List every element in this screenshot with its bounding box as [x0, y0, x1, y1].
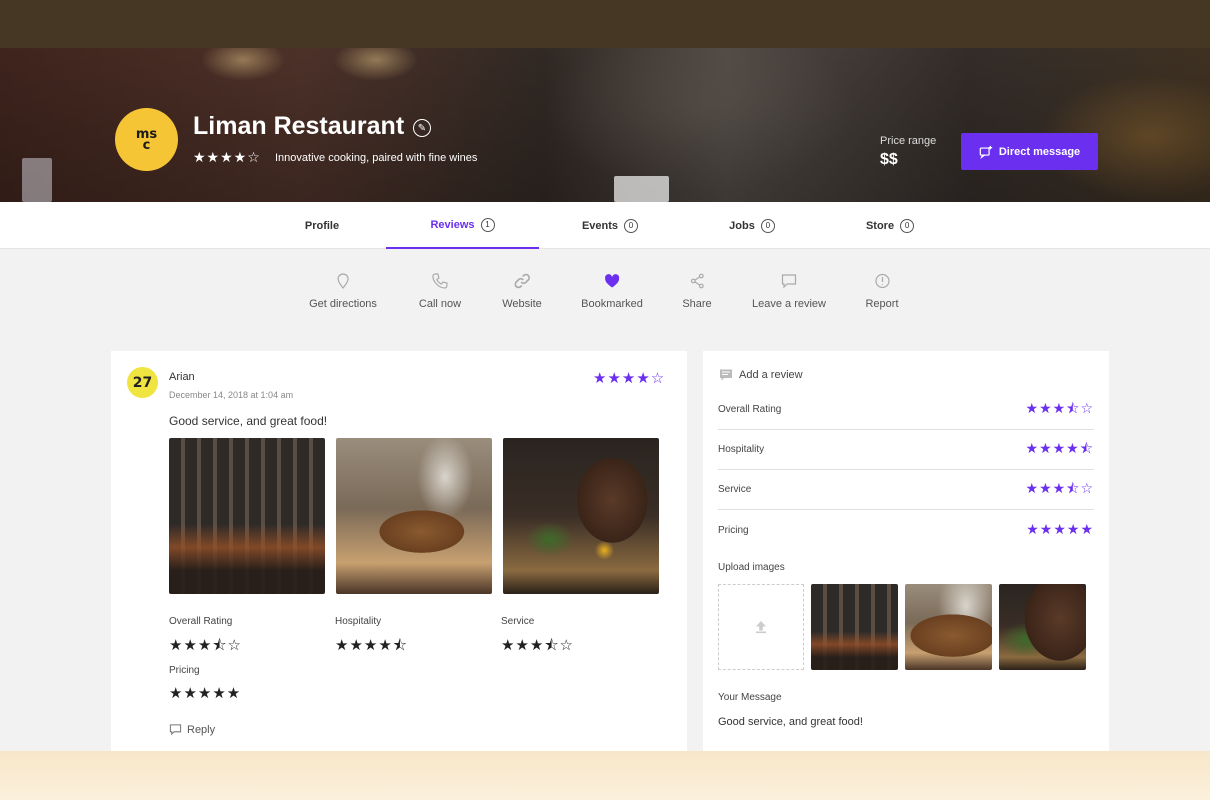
review-photo[interactable] — [336, 438, 492, 594]
your-message-label: Your Message — [718, 692, 782, 703]
rating-stars: ★★★⯪☆ — [169, 636, 242, 654]
tab-label: Profile — [304, 219, 340, 232]
restaurant-rating-stars: ★★★★☆ — [193, 150, 261, 166]
rating-label: Overall Rating — [169, 616, 233, 627]
review-photo[interactable] — [503, 438, 659, 594]
phone-icon — [432, 273, 448, 289]
reply-button[interactable]: Reply — [169, 723, 215, 736]
form-rating-stars[interactable]: ★★★⯪☆ — [1026, 398, 1094, 422]
action-label: Share — [682, 298, 712, 310]
message-input[interactable]: Good service, and great food! — [718, 716, 863, 728]
review-text: Good service, and great food! — [169, 414, 328, 428]
restaurant-logo: msc — [115, 108, 178, 171]
tab-count-badge: 0 — [624, 218, 639, 233]
quick-actions-bar: Get directions Call now Website Bookmark… — [0, 272, 1210, 322]
tab-reviews[interactable]: Reviews 1 — [386, 202, 539, 249]
tab-store[interactable]: Store 0 — [830, 202, 950, 249]
action-label: Get directions — [309, 298, 377, 310]
review-rating-stars: ★★★★☆ — [593, 369, 666, 387]
action-label: Website — [502, 298, 542, 310]
uploaded-image-thumb[interactable] — [811, 584, 898, 670]
share-icon — [690, 273, 704, 289]
review-card: 27 Arian December 14, 2018 at 1:04 am ★★… — [111, 351, 687, 751]
map-pin-icon — [337, 273, 349, 289]
hero-photo-detail — [614, 176, 669, 202]
action-leave-review[interactable]: Leave a review — [752, 272, 826, 310]
action-get-directions[interactable]: Get directions — [309, 272, 377, 310]
tab-count-badge: 0 — [760, 218, 775, 233]
rating-stars: ★★★★★ — [169, 684, 242, 702]
form-rating-row: Hospitality ★★★★⯪ — [718, 430, 1094, 470]
price-range-value: $$ — [880, 151, 898, 168]
add-review-header: Add a review — [719, 368, 803, 382]
form-rating-row: Pricing ★★★★★ — [718, 510, 1094, 550]
action-label: Bookmarked — [581, 298, 643, 310]
rating-label: Service — [501, 616, 535, 627]
tab-label: Reviews — [430, 218, 475, 231]
uploaded-image-thumb[interactable] — [999, 584, 1086, 670]
logo-text: msc — [135, 126, 158, 153]
hero-banner — [0, 48, 1210, 202]
upload-dropzone[interactable] — [718, 584, 804, 670]
footer-band — [0, 751, 1210, 800]
reviewer-name[interactable]: Arian — [169, 371, 195, 383]
action-label: Call now — [418, 298, 462, 310]
form-rating-stars[interactable]: ★★★★⯪ — [1026, 438, 1094, 462]
form-rating-label: Service — [718, 484, 752, 495]
review-photo[interactable] — [169, 438, 325, 594]
edit-icon[interactable]: ✎ — [413, 119, 431, 137]
link-icon — [514, 273, 530, 289]
direct-message-button[interactable]: Direct message — [961, 133, 1098, 170]
tab-bar: Profile Reviews 1 Events 0 Jobs 0 Store … — [0, 202, 1210, 249]
reply-icon — [169, 724, 182, 736]
tab-count-badge: 0 — [900, 218, 915, 233]
upload-images-label: Upload images — [718, 562, 785, 573]
rating-label: Hospitality — [335, 616, 382, 627]
review-date: December 14, 2018 at 1:04 am — [169, 390, 294, 400]
form-rating-label: Hospitality — [718, 444, 765, 455]
action-share[interactable]: Share — [682, 272, 712, 310]
form-rating-row: Overall Rating ★★★⯪☆ — [718, 390, 1094, 430]
action-bookmarked[interactable]: Bookmarked — [581, 272, 643, 310]
form-rating-label: Pricing — [718, 524, 749, 536]
restaurant-name: Liman Restaurant — [193, 112, 405, 140]
direct-message-label: Direct message — [998, 145, 1081, 158]
action-report[interactable]: Report — [865, 272, 899, 310]
form-rating-row: Service ★★★⯪☆ — [718, 470, 1094, 510]
review-form-card: Add a review Overall Rating ★★★⯪☆ Hospit… — [703, 351, 1109, 751]
action-website[interactable]: Website — [502, 272, 542, 310]
action-label: Leave a review — [752, 298, 826, 310]
rating-label: Pricing — [169, 665, 200, 676]
tab-label: Events — [581, 219, 619, 232]
tab-profile[interactable]: Profile — [262, 202, 382, 249]
hero-overlay — [0, 48, 1210, 202]
tab-label: Jobs — [729, 219, 755, 232]
price-range-label: Price range — [880, 135, 937, 147]
action-label: Report — [865, 298, 899, 310]
heart-icon — [604, 274, 620, 288]
action-call-now[interactable]: Call now — [419, 272, 461, 310]
restaurant-tagline: Innovative cooking, paired with fine win… — [275, 152, 478, 164]
top-bar — [0, 0, 1210, 48]
reply-label: Reply — [187, 723, 216, 736]
comment-icon — [781, 274, 797, 289]
uploaded-image-thumb[interactable] — [905, 584, 992, 670]
hero-photo-detail — [22, 158, 52, 202]
rating-stars: ★★★⯪☆ — [501, 636, 574, 654]
rating-stars: ★★★★⯪ — [335, 636, 408, 654]
add-review-label: Add a review — [739, 369, 803, 381]
tab-count-badge: 1 — [480, 217, 495, 232]
reviewer-avatar: 27 — [127, 367, 158, 398]
form-rating-stars[interactable]: ★★★⯪☆ — [1026, 478, 1094, 502]
info-icon — [874, 273, 890, 289]
comment-icon — [720, 369, 732, 381]
tab-events[interactable]: Events 0 — [550, 202, 670, 249]
form-rating-stars[interactable]: ★★★★★ — [1026, 522, 1094, 538]
upload-icon — [756, 621, 766, 634]
tab-jobs[interactable]: Jobs 0 — [692, 202, 812, 249]
message-plus-icon — [979, 145, 992, 159]
tab-label: Store — [865, 219, 895, 232]
form-rating-label: Overall Rating — [718, 404, 782, 415]
